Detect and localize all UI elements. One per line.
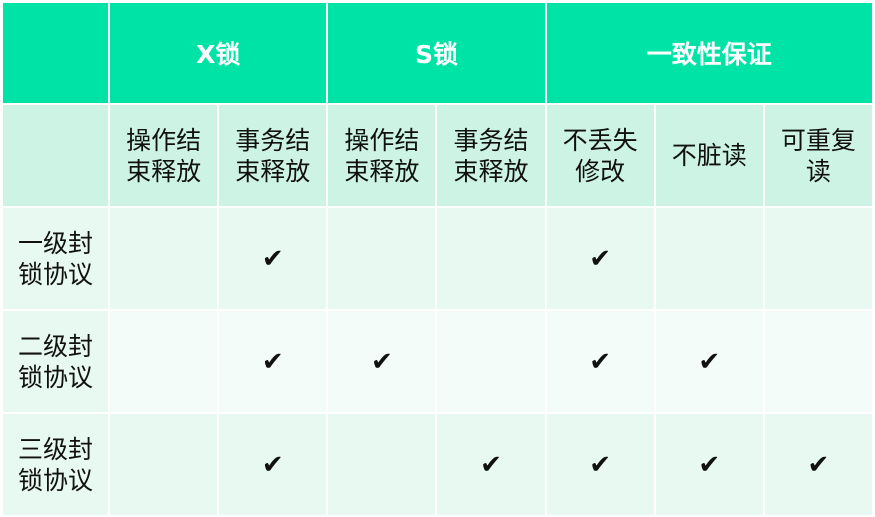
check-cell <box>108 206 220 311</box>
sub-header-no-dirty-read: 不脏读 <box>653 103 765 208</box>
row-label: 三级封锁协议 <box>0 412 111 517</box>
sub-header-x-op-release: 操作结束释放 <box>108 103 220 208</box>
check-cell <box>653 206 765 311</box>
check-cell <box>435 309 547 414</box>
check-cell: ✔ <box>544 412 656 517</box>
corner-cell <box>0 1 111 105</box>
check-cell: ✔ <box>762 412 875 517</box>
check-cell <box>108 309 220 414</box>
check-cell: ✔ <box>217 412 329 517</box>
header-x-lock: X锁 <box>108 1 329 105</box>
check-cell: ✔ <box>217 206 329 311</box>
sub-header-no-lost-update: 不丢失修改 <box>544 103 656 208</box>
check-cell <box>108 412 220 517</box>
check-cell: ✔ <box>435 412 547 517</box>
sub-header-s-tx-release: 事务结束释放 <box>435 103 547 208</box>
check-cell <box>326 206 438 311</box>
check-cell <box>762 309 875 414</box>
check-cell: ✔ <box>653 412 765 517</box>
sub-header-s-op-release: 操作结束释放 <box>326 103 438 208</box>
check-cell <box>762 206 875 311</box>
header-s-lock: S锁 <box>326 1 547 105</box>
table-row: 三级封锁协议 ✔ ✔ ✔ ✔ ✔ <box>0 412 875 517</box>
sub-header-corner <box>0 103 111 208</box>
header-consistency: 一致性保证 <box>544 1 875 105</box>
check-cell: ✔ <box>544 206 656 311</box>
sub-header-x-tx-release: 事务结束释放 <box>217 103 329 208</box>
row-label: 一级封锁协议 <box>0 206 111 311</box>
table-row: 二级封锁协议 ✔ ✔ ✔ ✔ <box>0 309 875 414</box>
row-label: 二级封锁协议 <box>0 309 111 414</box>
check-cell <box>435 206 547 311</box>
check-cell <box>326 412 438 517</box>
check-cell: ✔ <box>544 309 656 414</box>
header-group-row: X锁 S锁 一致性保证 <box>0 1 875 105</box>
check-cell: ✔ <box>326 309 438 414</box>
table-row: 一级封锁协议 ✔ ✔ <box>0 206 875 311</box>
sub-header-repeatable-read: 可重复读 <box>762 103 875 208</box>
sub-header-row: 操作结束释放 事务结束释放 操作结束释放 事务结束释放 不丢失修改 不脏读 可重… <box>0 103 875 208</box>
check-cell: ✔ <box>217 309 329 414</box>
check-cell: ✔ <box>653 309 765 414</box>
lock-protocol-table: X锁 S锁 一致性保证 操作结束释放 事务结束释放 操作结束释放 事务结束释放 … <box>0 1 875 517</box>
